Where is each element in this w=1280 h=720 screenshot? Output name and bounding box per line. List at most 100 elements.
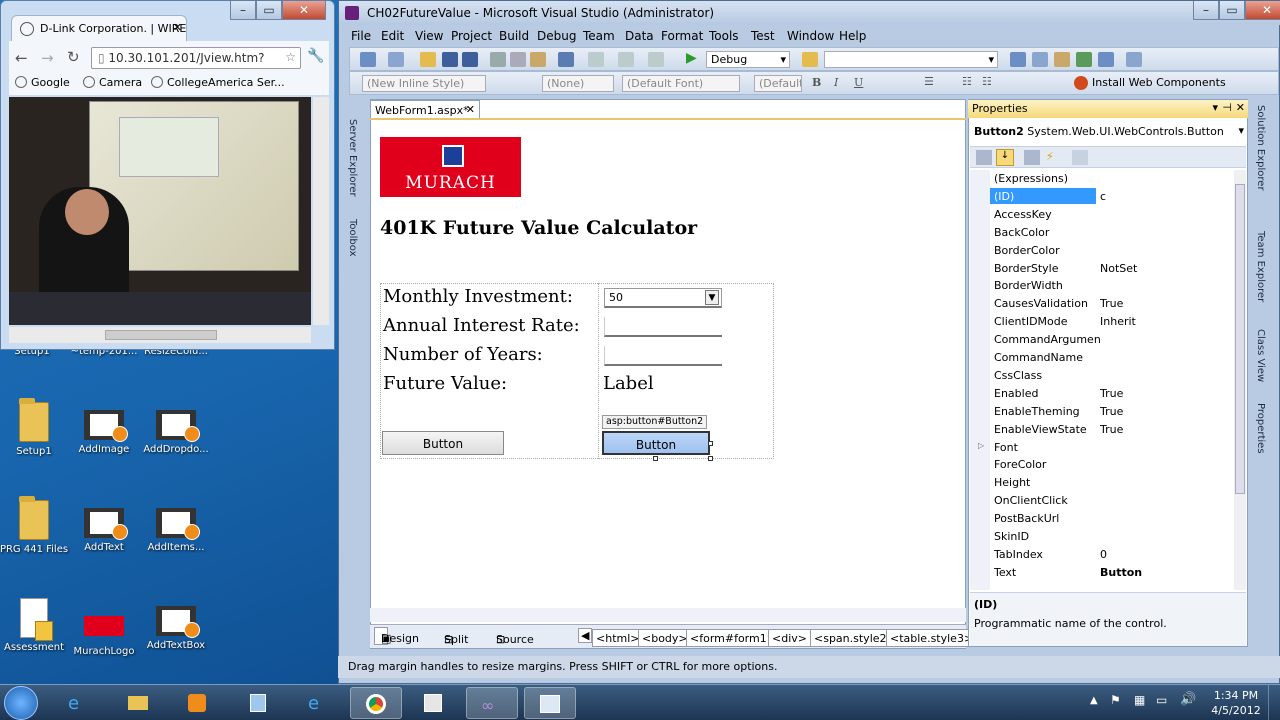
breadcrumb-form[interactable]: <form#form1> [686,629,780,647]
menu-edit[interactable]: Edit [381,29,404,43]
property-row[interactable]: PostBackUrl [990,510,1238,528]
resize-handle[interactable] [708,441,713,446]
object-browser-icon[interactable] [1054,52,1070,67]
paste-icon[interactable] [530,52,546,67]
forward-icon[interactable]: → [41,49,54,67]
property-value[interactable]: c [1100,190,1106,203]
font-size-dropdown[interactable]: (Default [754,75,802,92]
dropdown-arrow-icon[interactable]: ▾ [1212,101,1218,114]
align-left-icon[interactable]: ☰ [924,75,934,88]
property-row[interactable]: SkinID [990,528,1238,546]
taskbar-window[interactable] [524,687,576,719]
block-format-dropdown[interactable]: (None) [542,75,614,92]
bold-icon[interactable]: B [812,76,821,89]
start-page-icon[interactable] [1098,52,1114,67]
property-row[interactable]: TabIndex 0 [990,546,1238,564]
property-row[interactable]: Font ▷ [978,439,1238,457]
clock[interactable]: 1:34 PM 4/5/2012 [1206,688,1266,718]
close-tab-icon[interactable]: ✕ [173,21,182,34]
scrollbar-horizontal[interactable] [9,327,311,343]
desktop-icon-assessment[interactable]: Assessment [0,598,70,653]
menu-debug[interactable]: Debug [537,29,576,43]
minimize-button[interactable]: – [1193,1,1219,20]
start-button[interactable] [4,686,38,720]
property-value[interactable]: Inherit [1100,315,1136,328]
underline-icon[interactable]: U [854,76,863,89]
taskbar-doc[interactable] [408,687,460,719]
property-row[interactable]: AccessKey [990,206,1238,224]
taskbar-ie2[interactable]: e [292,687,344,719]
menu-format[interactable]: Format [661,29,703,43]
bookmark-camera[interactable]: Camera [83,76,142,89]
bookmark-google[interactable]: Google [15,76,70,89]
property-row[interactable]: BorderStyle NotSet [990,260,1238,278]
copy-icon[interactable] [510,52,526,67]
desktop-icon-addtext[interactable]: AddText [68,508,140,553]
expand-icon[interactable]: ▷ [978,441,984,450]
save-all-icon[interactable] [462,52,478,67]
start-debugging-icon[interactable]: ▶ [686,50,697,66]
solution-explorer-icon[interactable] [1010,52,1026,67]
scrollbar-vertical[interactable] [313,97,329,325]
close-button[interactable]: ✕ [282,1,326,20]
close-button[interactable]: ✕ [1245,1,1280,20]
menu-build[interactable]: Build [499,29,529,43]
taskbar-ie[interactable]: e [52,687,104,719]
find-in-files-icon[interactable] [802,52,818,67]
menu-file[interactable]: File [351,29,371,43]
taskbar-chrome[interactable] [350,687,402,719]
team-explorer-tab[interactable]: Team Explorer [1255,231,1266,302]
save-icon[interactable] [442,52,458,67]
volume-icon[interactable]: 🔊 [1180,692,1196,707]
solution-explorer-tab[interactable]: Solution Explorer [1255,105,1266,191]
desktop-icon-setup1[interactable]: Setup1 [0,398,70,457]
button1[interactable]: Button [382,431,504,455]
property-row[interactable]: BackColor [990,224,1238,242]
monthly-investment-dropdown[interactable]: 50 ▼ [604,288,722,308]
action-center-flag-icon[interactable]: ⚑ [1110,693,1121,707]
bullets-icon[interactable]: ☷ [962,75,972,88]
server-explorer-tab[interactable]: Server Explorer [347,119,358,197]
show-desktop-button[interactable] [1268,685,1280,720]
desktop-icon-addtextbox[interactable]: AddTextBox [140,606,212,651]
property-row[interactable]: Height [990,474,1238,492]
taskbar-app[interactable] [232,687,284,719]
properties-tab[interactable]: Properties [1255,403,1266,454]
menu-project[interactable]: Project [451,29,492,43]
solution-config-dropdown[interactable]: Debug ▾ [706,51,790,68]
desktop-icon-adddropdown[interactable]: AddDropdo... [140,410,212,455]
back-icon[interactable]: ← [15,49,28,67]
breadcrumb-body[interactable]: <body> [638,629,692,647]
breadcrumb-div[interactable]: <div> [768,629,811,647]
property-row[interactable]: EnableTheming True [990,403,1238,421]
redo-icon[interactable] [588,52,604,67]
minimize-button[interactable]: – [230,1,256,20]
events-icon[interactable]: ⚡ [1046,150,1054,163]
categorized-icon[interactable] [976,150,992,165]
menu-view[interactable]: View [415,29,443,43]
display-icon[interactable]: ▭ [1156,693,1167,707]
object-selector[interactable]: Button2 System.Web.UI.WebControls.Button… [970,122,1246,142]
navigate-forward-icon[interactable] [648,52,664,67]
tab-webform1[interactable]: WebForm1.aspx* ✕ [370,100,480,119]
properties-window-icon[interactable] [1032,52,1048,67]
close-icon[interactable]: ✕ [1236,101,1245,114]
menu-test[interactable]: Test [751,29,775,43]
desktop-icon-additems[interactable]: AddItems... [140,508,212,553]
close-icon[interactable]: ✕ [466,103,475,116]
property-row[interactable]: (Expressions) [990,170,1238,188]
add-item-icon[interactable] [388,52,404,67]
property-pages-icon[interactable] [1072,150,1088,165]
breadcrumb-table[interactable]: <table.style3> [886,629,978,647]
years-textbox[interactable] [604,346,722,366]
button2-selected[interactable]: Button [602,431,710,455]
find-dropdown[interactable]: ▾ [824,51,998,68]
taskbar-explorer[interactable] [112,687,164,719]
property-value[interactable]: True [1100,405,1123,418]
designer-h-scrollbar[interactable] [370,608,966,622]
bookmark-collegeamerica[interactable]: CollegeAmerica Ser... [151,76,285,89]
browser-tab[interactable]: D-Link Corporation. | WIREL ✕ [11,15,187,41]
breadcrumb-html[interactable]: <html> [592,629,644,647]
address-bar[interactable]: ▯ 10.30.101.201/Jview.htm? ☆ [91,47,301,69]
new-project-icon[interactable] [360,52,376,67]
